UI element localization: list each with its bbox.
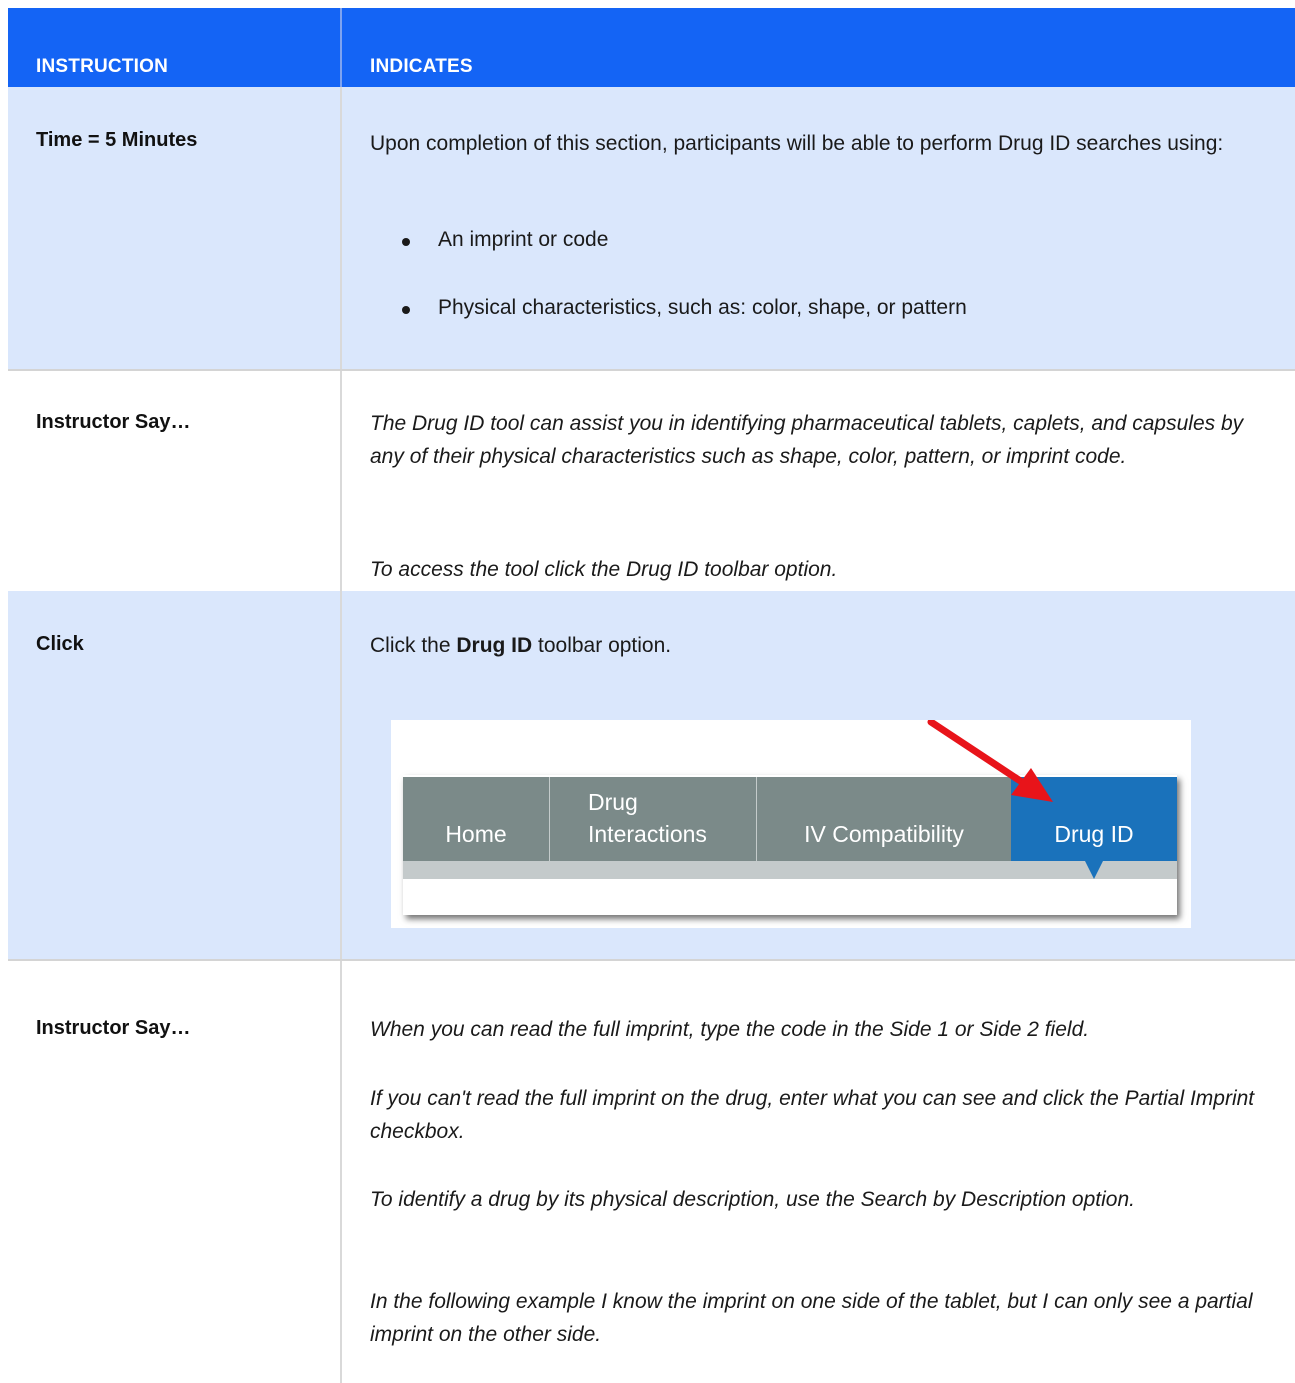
row-label-time: Time = 5 Minutes [36, 129, 198, 151]
toolbar-screenshot: Home Drug Interactions IV Compatibility … [391, 720, 1191, 928]
bullet-dot-icon [402, 238, 410, 246]
bullet-dot-icon [402, 306, 410, 314]
instructor-paragraph-1: The Drug ID tool can assist you in ident… [370, 412, 1244, 468]
table-row-time: Time = 5 Minutes Upon completion of this… [8, 87, 1295, 369]
bullet-text: An imprint or code [438, 228, 609, 251]
header-cell-instruction: INSTRUCTION [8, 8, 342, 87]
header-cell-indicates: INDICATES [342, 8, 1295, 87]
row-content-cell: Upon completion of this section, partici… [342, 87, 1295, 369]
instructor-paragraph-2: To access the tool click the Drug ID too… [370, 558, 838, 581]
row-label-click: Click [36, 633, 84, 655]
table-row-instructor-say-2: Instructor Say… When you can read the fu… [8, 959, 1295, 1383]
row-label-cell: Time = 5 Minutes [8, 87, 342, 369]
row-label-instructor-say: Instructor Say… [36, 1017, 191, 1039]
instructor-paragraph-2: If you can't read the full imprint on th… [370, 1087, 1255, 1143]
lesson-page: INSTRUCTION INDICATES Time = 5 Minutes U… [0, 0, 1295, 1383]
bullet-text: Physical characteristics, such as: color… [438, 296, 967, 319]
red-arrow-icon [927, 720, 1053, 802]
row-label-cell: Instructor Say… [8, 371, 342, 593]
instructor-paragraph-4: In the following example I know the impr… [370, 1290, 1253, 1346]
click-text-after: toolbar option. [532, 634, 672, 657]
click-text-bold: Drug ID [456, 634, 533, 657]
header-instruction: INSTRUCTION [36, 56, 169, 77]
row-label-cell: Instructor Say… [8, 961, 342, 1383]
click-text-before: Click the [370, 634, 457, 657]
row-content-cell: When you can read the full imprint, type… [342, 961, 1295, 1383]
row-label-instructor-say: Instructor Say… [36, 411, 191, 433]
objective-intro: Upon completion of this section, partici… [370, 132, 1224, 155]
row-label-cell: Click [8, 591, 342, 959]
instructor-paragraph-3: To identify a drug by its physical descr… [370, 1188, 1135, 1211]
click-instruction: Click the Drug ID toolbar option. [370, 629, 1265, 662]
header-indicates: INDICATES [370, 56, 473, 77]
instructor-paragraph-1: When you can read the full imprint, type… [370, 1018, 1090, 1041]
row-content-cell: The Drug ID tool can assist you in ident… [342, 371, 1295, 593]
table-header-row: INSTRUCTION INDICATES [8, 8, 1295, 87]
table-row-instructor-say-1: Instructor Say… The Drug ID tool can ass… [8, 369, 1295, 593]
